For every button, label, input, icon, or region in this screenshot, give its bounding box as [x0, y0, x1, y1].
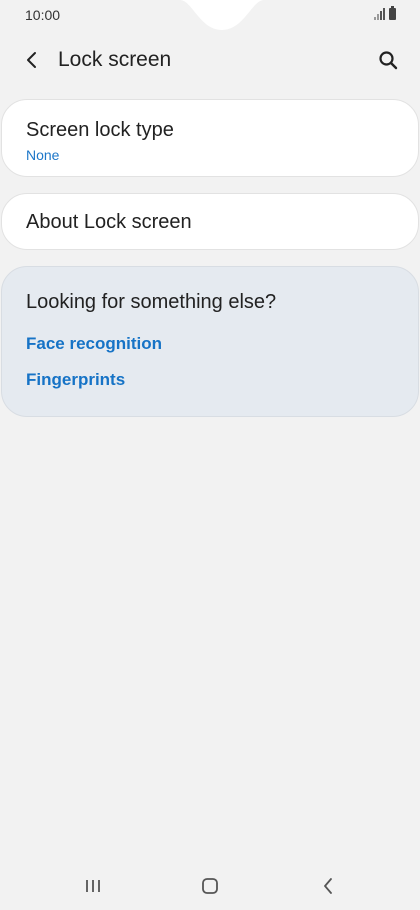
fingerprints-link[interactable]: Fingerprints	[26, 370, 125, 390]
screen-lock-type-row[interactable]: Screen lock type None	[1, 99, 419, 177]
about-lock-screen-label: About Lock screen	[26, 211, 192, 233]
about-lock-screen-row[interactable]: About Lock screen	[1, 193, 419, 250]
recents-icon	[86, 880, 100, 892]
status-time: 10:00	[25, 7, 61, 23]
search-icon	[379, 51, 398, 70]
suggestions-card: Looking for something else? Face recogni…	[1, 266, 419, 417]
recents-button[interactable]	[73, 874, 113, 898]
screen-lock-type-label: Screen lock type	[26, 119, 174, 141]
signal-icon	[374, 8, 385, 20]
home-button[interactable]	[190, 874, 230, 898]
status-bar: 10:00	[0, 0, 420, 32]
search-button[interactable]	[376, 48, 400, 72]
lock-screen-settings: 10:00 Lock screen Screen lock type None …	[0, 0, 420, 910]
app-header: Lock screen	[0, 38, 420, 82]
face-recognition-link[interactable]: Face recognition	[26, 334, 162, 354]
nav-back-button[interactable]	[308, 874, 348, 898]
navigation-bar	[0, 866, 420, 906]
suggestions-title: Looking for something else?	[26, 291, 277, 313]
back-icon	[324, 878, 332, 894]
home-icon	[202, 878, 218, 894]
status-icons	[374, 6, 396, 20]
back-arrow-icon	[27, 52, 36, 68]
page-title: Lock screen	[58, 48, 172, 71]
screen-lock-type-value: None	[26, 147, 60, 163]
camera-notch	[180, 0, 264, 30]
back-button[interactable]	[20, 48, 44, 72]
battery-icon	[389, 6, 396, 20]
